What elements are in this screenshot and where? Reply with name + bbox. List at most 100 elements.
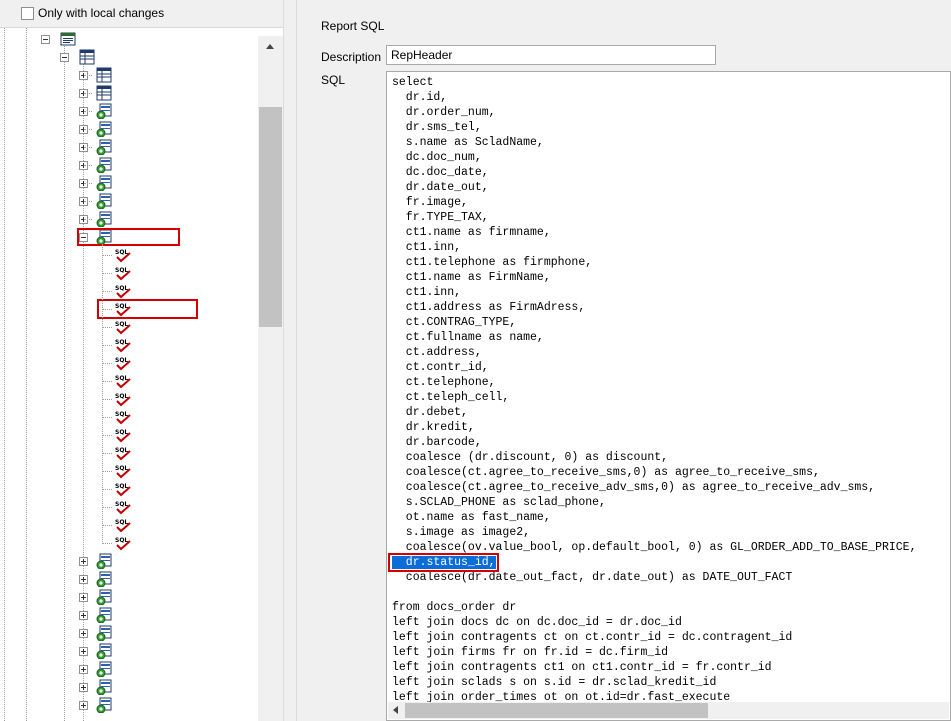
expand-toggle-icon[interactable] — [79, 557, 88, 566]
report-sql-panel: Report SQL Description RepHeader SQL sel… — [297, 0, 951, 721]
tree-guide-line — [103, 327, 112, 328]
sql-line[interactable]: ct1.name as firmname, — [392, 225, 917, 240]
local-changes-label: Only with local changes — [38, 6, 165, 20]
sql-line[interactable]: select — [392, 75, 917, 90]
report-icon — [96, 139, 112, 156]
sql-line[interactable]: fr.image, — [392, 195, 917, 210]
rep-header-highlight — [97, 299, 198, 319]
sql-line[interactable]: ct1.address as FirmAdress, — [392, 300, 917, 315]
sql-line[interactable]: fr.TYPE_TAX, — [392, 210, 917, 225]
tree-guide-line — [84, 129, 92, 130]
scroll-up-arrow-icon[interactable] — [266, 44, 274, 49]
sql-line[interactable]: coalesce(ct.agree_to_receive_sms,0) as a… — [392, 465, 917, 480]
tree-guide-line — [26, 28, 27, 721]
scroll-left-arrow-icon[interactable] — [393, 706, 398, 714]
report-icon — [96, 121, 112, 138]
tree-guide-line — [84, 111, 92, 112]
description-input[interactable]: RepHeader — [386, 45, 716, 65]
report-icon — [96, 571, 112, 588]
sql-line[interactable]: dr.debet, — [392, 405, 917, 420]
sql-line[interactable]: s.image as image2, — [392, 525, 917, 540]
sql-line[interactable]: dr.id, — [392, 90, 917, 105]
sql-line[interactable]: ct.fullname as name, — [392, 330, 917, 345]
report-icon — [96, 589, 112, 606]
expand-toggle-icon[interactable] — [79, 665, 88, 674]
sql-line[interactable]: ct.telephone, — [392, 375, 917, 390]
tree-scrollbar-thumb[interactable] — [259, 107, 282, 327]
report-icon — [96, 661, 112, 678]
collapse-toggle-icon[interactable] — [41, 35, 50, 44]
tree-scrollbar[interactable] — [258, 36, 283, 721]
tree-guide-line — [103, 417, 112, 418]
selected-report-highlight — [77, 228, 180, 246]
sql-line[interactable]: coalesce (dr.discount, 0) as discount, — [392, 450, 917, 465]
sql-line[interactable]: ct1.inn, — [392, 240, 917, 255]
sql-line[interactable]: ct.CONTRAG_TYPE, — [392, 315, 917, 330]
tree-guide-line — [103, 399, 112, 400]
tree-guide-line — [83, 60, 84, 721]
sql-check-icon: SQL — [114, 481, 131, 497]
tree-guide-line — [103, 273, 112, 274]
report-tree: SQL SQL SQL SQL SQL SQL SQL SQL SQL SQL SQL SQL SQL S… — [0, 28, 283, 721]
sql-line[interactable]: left join firms fr on fr.id = dc.firm_id — [392, 645, 917, 660]
sql-line[interactable]: dr.kredit, — [392, 420, 917, 435]
expand-toggle-icon[interactable] — [79, 611, 88, 620]
description-label: Description — [321, 50, 382, 64]
sql-line[interactable]: left join docs dc on dc.doc_id = dr.doc_… — [392, 615, 917, 630]
sql-line[interactable]: ct.address, — [392, 345, 917, 360]
local-changes-checkbox[interactable] — [21, 7, 34, 20]
sql-line[interactable]: dr.barcode, — [392, 435, 917, 450]
sql-label: SQL — [321, 73, 346, 87]
table-icon — [79, 49, 95, 65]
sql-line[interactable] — [392, 585, 917, 600]
expand-toggle-icon[interactable] — [79, 683, 88, 692]
sql-line[interactable]: ot.name as fast_name, — [392, 510, 917, 525]
sql-check-icon: SQL — [114, 373, 131, 389]
sql-line[interactable]: from docs_order dr — [392, 600, 917, 615]
expand-toggle-icon[interactable] — [79, 647, 88, 656]
panel-splitter[interactable] — [283, 0, 297, 721]
sql-line[interactable]: ct1.name as FirmName, — [392, 270, 917, 285]
sql-line[interactable]: dr.sms_tel, — [392, 120, 917, 135]
tree-guide-line — [103, 453, 112, 454]
sql-horizontal-scrollbar[interactable] — [388, 702, 949, 719]
tree-guide-line — [103, 363, 112, 364]
tree-guide-line — [84, 147, 92, 148]
sql-check-icon: SQL — [114, 319, 131, 335]
sql-check-icon: SQL — [114, 463, 131, 479]
sql-line[interactable]: left join contragents ct1 on ct1.contr_i… — [392, 660, 917, 675]
sql-code[interactable]: select dr.id, dr.order_num, dr.sms_tel, … — [392, 75, 917, 705]
sql-line[interactable]: s.name as ScladName, — [392, 135, 917, 150]
expand-toggle-icon[interactable] — [79, 593, 88, 602]
report-icon — [96, 211, 112, 228]
sql-line[interactable]: left join sclads s on s.id = dr.sclad_kr… — [392, 675, 917, 690]
sql-editor[interactable]: select dr.id, dr.order_num, dr.sms_tel, … — [386, 71, 951, 721]
sql-line[interactable]: ct.contr_id, — [392, 360, 917, 375]
report-icon — [96, 103, 112, 120]
tree-guide-line — [103, 435, 112, 436]
collapse-toggle-icon[interactable] — [60, 53, 69, 62]
sql-line[interactable]: ct.teleph_cell, — [392, 390, 917, 405]
expand-toggle-icon[interactable] — [79, 629, 88, 638]
sql-line[interactable]: ct1.inn, — [392, 285, 917, 300]
sql-line[interactable]: left join contragents ct on ct.contr_id … — [392, 630, 917, 645]
sql-line[interactable]: ct1.telephone as firmphone, — [392, 255, 917, 270]
sql-line[interactable]: dr.date_out, — [392, 180, 917, 195]
tree-guide-line — [84, 201, 92, 202]
tree-guide-line — [103, 291, 112, 292]
tree-guide-line — [84, 165, 92, 166]
expand-toggle-icon[interactable] — [79, 701, 88, 710]
expand-toggle-icon[interactable] — [79, 575, 88, 584]
folder-icon — [60, 31, 76, 47]
report-icon — [96, 175, 112, 192]
sql-check-icon: SQL — [114, 445, 131, 461]
sql-line[interactable]: dc.doc_date, — [392, 165, 917, 180]
sql-line[interactable]: dc.doc_num, — [392, 150, 917, 165]
sql-line[interactable]: coalesce(dr.date_out_fact, dr.date_out) … — [392, 570, 917, 585]
sql-line[interactable]: coalesce(ct.agree_to_receive_adv_sms,0) … — [392, 480, 917, 495]
sql-scrollbar-thumb[interactable] — [405, 703, 708, 718]
sql-line[interactable]: s.SCLAD_PHONE as sclad_phone, — [392, 495, 917, 510]
sql-line[interactable]: dr.order_num, — [392, 105, 917, 120]
report-icon — [96, 625, 112, 642]
filter-bar: Only with local changes — [0, 0, 283, 28]
